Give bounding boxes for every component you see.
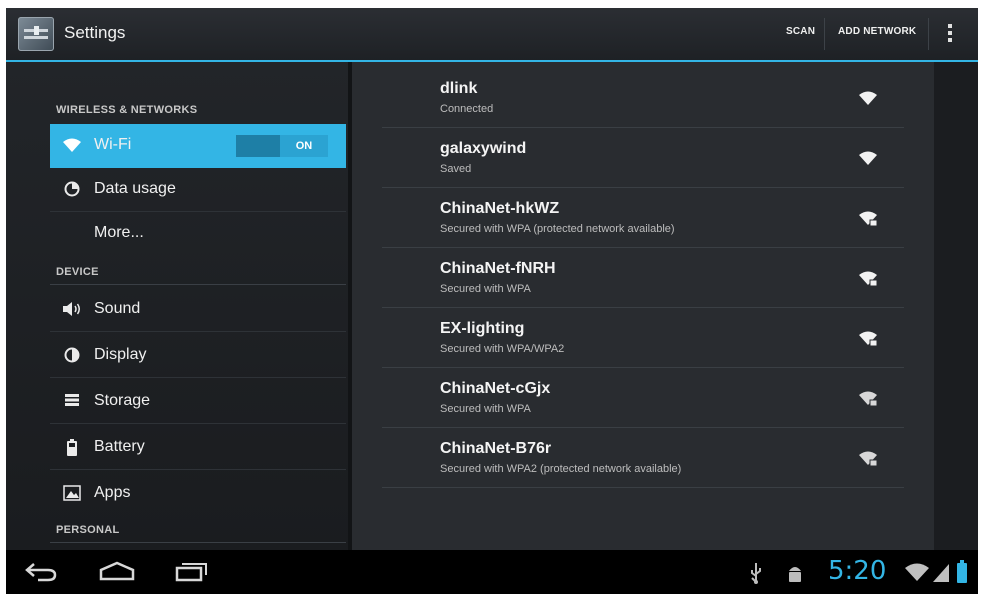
network-status: Secured with WPA/WPA2: [440, 343, 565, 355]
network-item[interactable]: galaxywind Saved: [382, 128, 904, 188]
action-divider: [824, 18, 825, 50]
wifi-lock-icon: [859, 211, 878, 226]
toggle-off-track: [236, 135, 280, 157]
section-divider: [50, 542, 346, 543]
network-name: ChinaNet-fNRH: [440, 260, 556, 277]
screen: Settings SCAN ADD NETWORK WIRELESS & NET…: [6, 8, 978, 594]
wifi-lock-icon: [859, 451, 878, 466]
back-icon[interactable]: [24, 560, 58, 582]
display-icon: [62, 347, 82, 365]
wifi-status-icon: [905, 563, 929, 581]
wifi-signal-icon: [859, 151, 877, 165]
signal-strength-icon: [933, 564, 949, 582]
sidebar-item-label: More...: [94, 224, 144, 241]
usb-icon: [751, 563, 761, 584]
network-item[interactable]: EX-lighting Secured with WPA/WPA2: [382, 308, 904, 368]
wifi-signal-icon: [859, 91, 877, 105]
settings-app-icon[interactable]: [18, 17, 54, 51]
wifi-toggle[interactable]: ON: [236, 135, 328, 157]
network-item[interactable]: ChinaNet-cGjx Secured with WPA: [382, 368, 904, 428]
divider: [50, 469, 346, 470]
battery-status-icon: [957, 560, 967, 583]
overflow-menu-icon[interactable]: [946, 22, 954, 46]
network-status: Secured with WPA (protected network avai…: [440, 223, 675, 235]
android-debug-icon: [789, 567, 801, 582]
network-name: dlink: [440, 80, 478, 97]
wifi-lock-icon: [859, 331, 878, 346]
network-name: ChinaNet-cGjx: [440, 380, 551, 397]
divider: [382, 487, 904, 488]
wifi-lock-icon: [859, 391, 878, 406]
wifi-lock-icon: [859, 271, 878, 286]
sidebar-item-apps[interactable]: Apps: [50, 472, 346, 516]
home-icon[interactable]: [98, 560, 136, 582]
network-status: Secured with WPA2 (protected network ava…: [440, 463, 682, 475]
network-status: Secured with WPA: [440, 403, 531, 415]
data-usage-icon: [62, 181, 82, 199]
network-status: Saved: [440, 163, 472, 175]
clock: 5:20: [828, 556, 887, 586]
section-header-wireless: WIRELESS & NETWORKS: [56, 104, 198, 116]
network-item[interactable]: dlink Connected: [382, 68, 904, 128]
divider: [50, 377, 346, 378]
battery-icon: [62, 439, 82, 457]
divider: [50, 331, 346, 332]
network-status: Connected: [440, 103, 494, 115]
section-divider: [50, 284, 346, 285]
sidebar-item-sound[interactable]: Sound: [50, 288, 346, 332]
network-name: galaxywind: [440, 140, 527, 157]
sidebar-item-label: Sound: [94, 300, 141, 317]
sidebar-item-label: Apps: [94, 484, 131, 501]
wifi-icon: [62, 137, 82, 155]
wifi-network-list: dlink Connected galaxywind Saved ChinaNe…: [348, 62, 938, 550]
network-name: ChinaNet-B76r: [440, 440, 552, 457]
network-name: EX-lighting: [440, 320, 525, 337]
sound-icon: [62, 301, 82, 319]
action-bar: Settings SCAN ADD NETWORK: [6, 8, 978, 62]
sidebar-item-label: Display: [94, 346, 147, 363]
app-title: Settings: [64, 23, 126, 42]
sidebar-item-label: Storage: [94, 392, 151, 409]
divider: [50, 423, 346, 424]
action-divider: [928, 18, 929, 50]
sidebar-item-data-usage[interactable]: Data usage: [50, 168, 346, 212]
section-header-personal: PERSONAL: [56, 524, 120, 536]
network-item[interactable]: ChinaNet-fNRH Secured with WPA: [382, 248, 904, 308]
sidebar-item-storage[interactable]: Storage: [50, 380, 346, 424]
sidebar-item-label: Wi-Fi: [94, 136, 132, 153]
network-status: Secured with WPA: [440, 283, 531, 295]
storage-icon: [62, 393, 82, 411]
network-item[interactable]: ChinaNet-B76r Secured with WPA2 (protect…: [382, 428, 904, 488]
add-network-button[interactable]: ADD NETWORK: [838, 26, 916, 37]
recent-apps-icon[interactable]: [174, 560, 210, 582]
sidebar-item-more[interactable]: More...: [50, 212, 346, 256]
right-margin: [934, 62, 978, 550]
scan-button[interactable]: SCAN: [786, 26, 815, 37]
sidebar-item-battery[interactable]: Battery: [50, 426, 346, 470]
sidebar-item-display[interactable]: Display: [50, 334, 346, 378]
sidebar-item-wifi[interactable]: Wi-Fi ON: [50, 124, 346, 168]
sidebar-item-label: Data usage: [94, 180, 176, 197]
settings-sidebar: WIRELESS & NETWORKS Wi-Fi ON Data usage …: [6, 62, 348, 550]
network-name: ChinaNet-hkWZ: [440, 200, 560, 217]
apps-icon: [62, 485, 82, 503]
sidebar-item-label: Battery: [94, 438, 145, 455]
navigation-bar: 5:20: [6, 550, 978, 594]
network-item[interactable]: ChinaNet-hkWZ Secured with WPA (protecte…: [382, 188, 904, 248]
section-header-device: DEVICE: [56, 266, 99, 278]
toggle-on-label: ON: [280, 135, 328, 157]
